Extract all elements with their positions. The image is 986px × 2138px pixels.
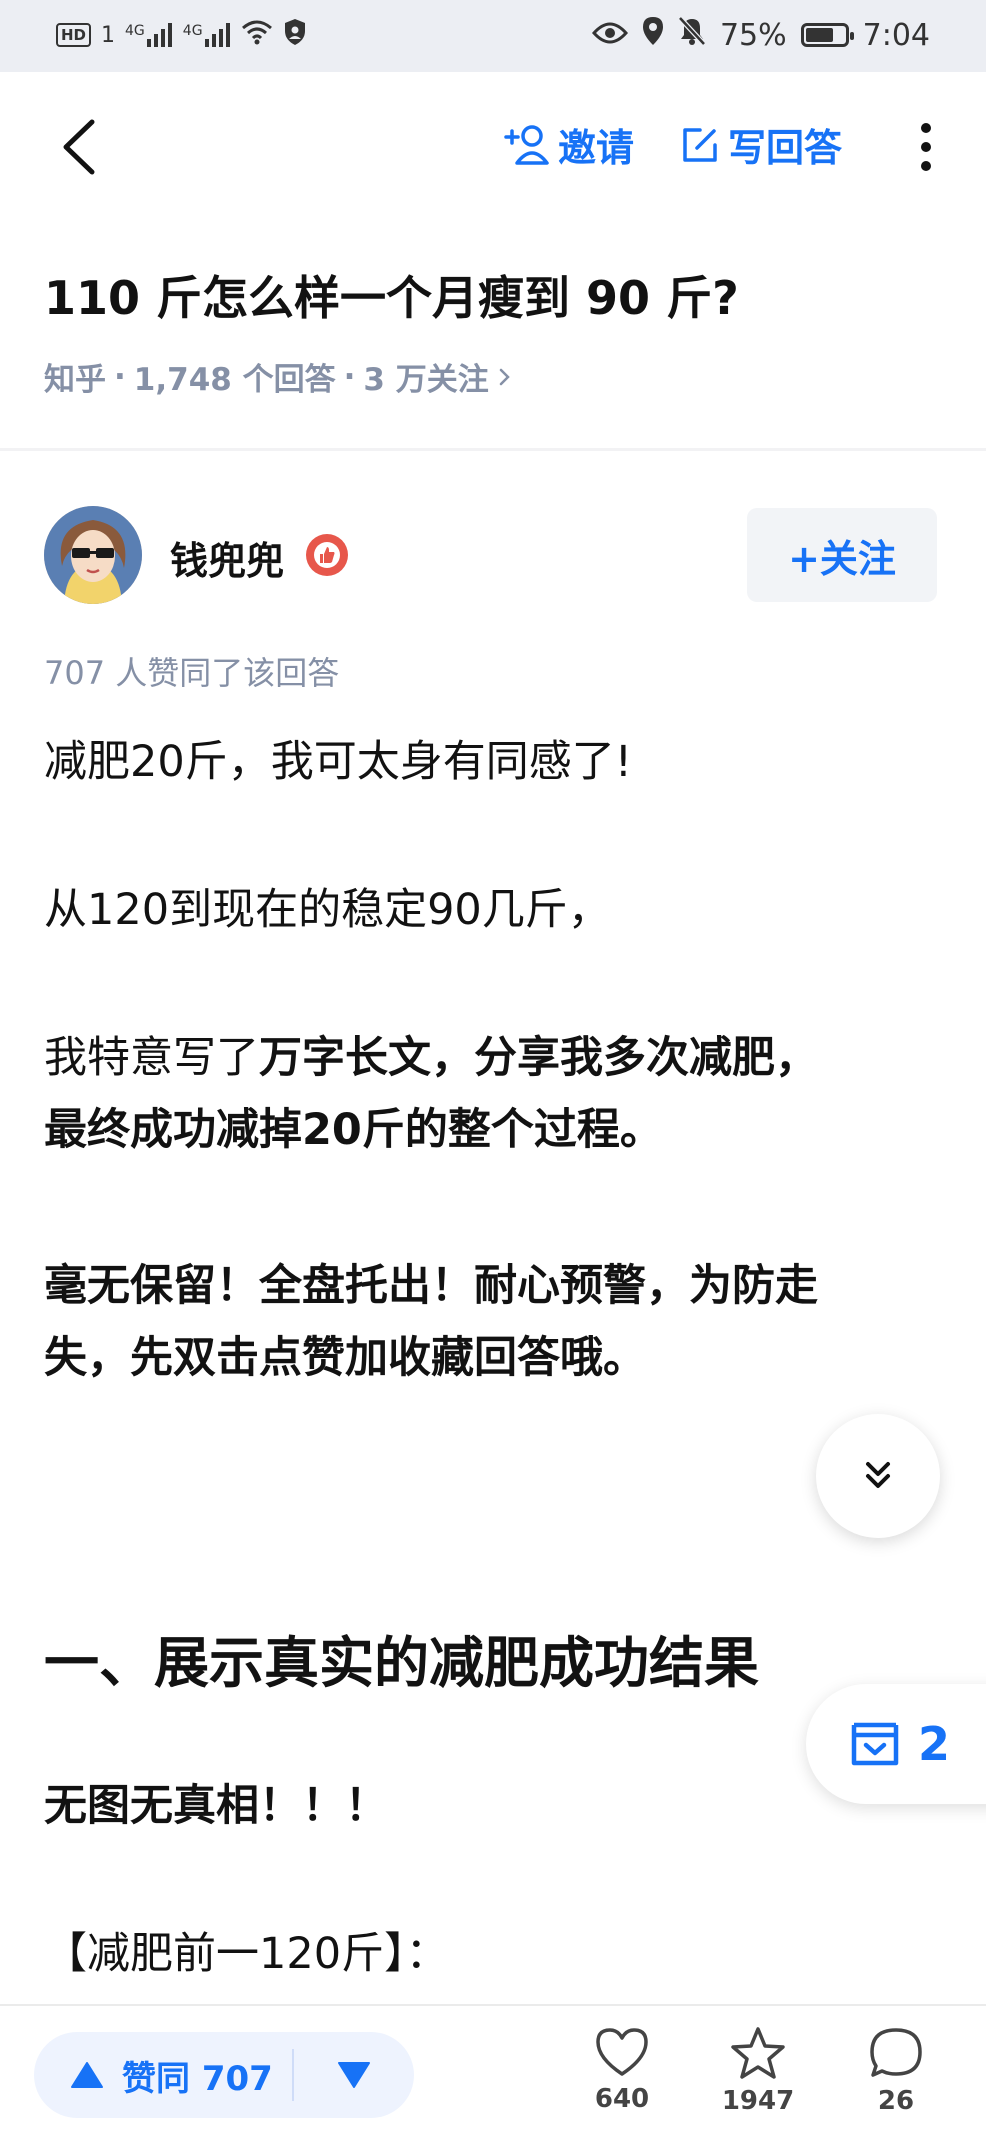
expand-button[interactable]: [816, 1414, 940, 1538]
meta-dot: ·: [114, 358, 126, 395]
double-chevron-down-icon: [866, 1462, 890, 1488]
status-bar: HD 1 4G 4G 75% 7:04: [0, 0, 986, 72]
like-button[interactable]: 640: [572, 2026, 672, 2114]
author-avatar[interactable]: [44, 506, 142, 604]
triangle-up-icon: [71, 2062, 103, 2088]
comment-bubble-icon: [870, 2028, 922, 2077]
clock: 7:04: [862, 17, 930, 53]
status-left: HD 1 4G 4G: [56, 18, 307, 52]
status-right: 75% 7:04: [591, 16, 930, 54]
paragraph-4-line2: 失，先双击点赞加收藏回答哦。: [44, 1333, 646, 1383]
invite-label: 邀请: [558, 126, 635, 170]
edit-icon: [683, 127, 717, 162]
hd-badge: HD: [56, 23, 92, 47]
wifi-icon: [241, 19, 273, 51]
paragraph-2: 从120到现在的稳定90几斤，: [44, 885, 611, 935]
paragraph-6: 【减肥前一120斤】：: [44, 1929, 449, 1979]
section-divider: [0, 448, 986, 451]
question-meta[interactable]: 知乎 · 1,748 个回答 · 3 万关注: [44, 354, 513, 399]
avatar-illustration: [44, 506, 142, 604]
paragraph-4-line1: 毫无保留！全盘托出！耐心预警，为防走: [44, 1261, 818, 1311]
favorite-button[interactable]: 1947: [708, 2026, 808, 2116]
location-icon: [642, 16, 664, 54]
signal-icon-2: 4G: [183, 23, 231, 47]
favorite-count: 1947: [721, 2086, 795, 2116]
collection-box-icon: [851, 1722, 899, 1766]
question-source: 知乎: [44, 362, 106, 398]
follow-button[interactable]: +关注: [747, 508, 937, 602]
paragraph-1: 减肥20斤，我可太身有同感了!: [44, 737, 632, 787]
mute-bell-icon: [678, 16, 706, 54]
like-count: 640: [594, 2084, 650, 2114]
add-user-icon: [504, 124, 549, 165]
network-type-1: 4G: [125, 23, 145, 39]
vote-summary: 707 人赞同了该回答: [44, 654, 340, 692]
chevron-right-icon: [499, 368, 510, 385]
shield-icon: [283, 18, 307, 52]
answer-count: 1,748 个回答: [133, 362, 336, 398]
triangle-down-icon: [338, 2062, 370, 2088]
heart-icon: [596, 2028, 648, 2076]
paragraph-3: 我特意写了万字长文，分享我多次减肥， 最终成功减掉20斤的整个过程。: [44, 1022, 818, 1166]
more-menu-button[interactable]: [906, 112, 946, 182]
paragraph-5: 无图无真相！！！: [44, 1781, 388, 1831]
paragraph-4: 毫无保留！全盘托出！耐心预警，为防走 失，先双击点赞加收藏回答哦。: [44, 1250, 818, 1394]
paragraph-3-bold: 万字长文，分享我多次减肥，: [259, 1033, 818, 1083]
collection-float-button[interactable]: 2: [806, 1684, 986, 1804]
comment-count: 26: [877, 2086, 915, 2116]
paragraph-3-lead: 我特意写了: [44, 1033, 259, 1083]
question-title[interactable]: 110 斤怎么样一个月瘦到 90 斤?: [44, 262, 739, 328]
battery-percent: 75%: [719, 17, 787, 53]
bottom-action-bar: 赞同 707 640 1947 26: [0, 2004, 986, 2138]
meta-dot: ·: [343, 358, 356, 395]
more-vertical-icon: [921, 123, 931, 171]
upvote-label: 赞同 707: [122, 2058, 273, 2099]
star-icon: [731, 2027, 785, 2079]
back-button[interactable]: [54, 112, 104, 182]
thumbs-up-badge-icon: [314, 542, 340, 568]
collection-count: 2: [918, 1717, 951, 1771]
signal-icon-1: 4G: [125, 23, 173, 47]
eye-icon: [591, 18, 628, 53]
top-nav-bar: 邀请 写回答: [0, 72, 986, 222]
write-answer-button[interactable]: 写回答: [680, 117, 842, 172]
write-answer-label: 写回答: [728, 126, 843, 170]
comment-button[interactable]: 26: [846, 2026, 946, 2116]
network-type-2: 4G: [182, 23, 203, 39]
back-arrow-icon: [63, 119, 95, 175]
author-badge: [306, 534, 348, 576]
vote-pill: 赞同 707: [34, 2032, 414, 2118]
author-name[interactable]: 钱兜兜: [170, 530, 284, 585]
battery-icon: [800, 23, 854, 47]
section-heading: 一、展示真实的减肥成功结果: [44, 1631, 760, 1695]
sim-indicator: 1: [101, 22, 116, 48]
downvote-button[interactable]: [294, 2032, 414, 2118]
invite-button[interactable]: 邀请: [504, 117, 634, 172]
upvote-button[interactable]: 赞同 707: [34, 2032, 292, 2118]
paragraph-3-line2: 最终成功减掉20斤的整个过程。: [44, 1105, 663, 1155]
follower-count: 3 万关注: [363, 362, 489, 398]
